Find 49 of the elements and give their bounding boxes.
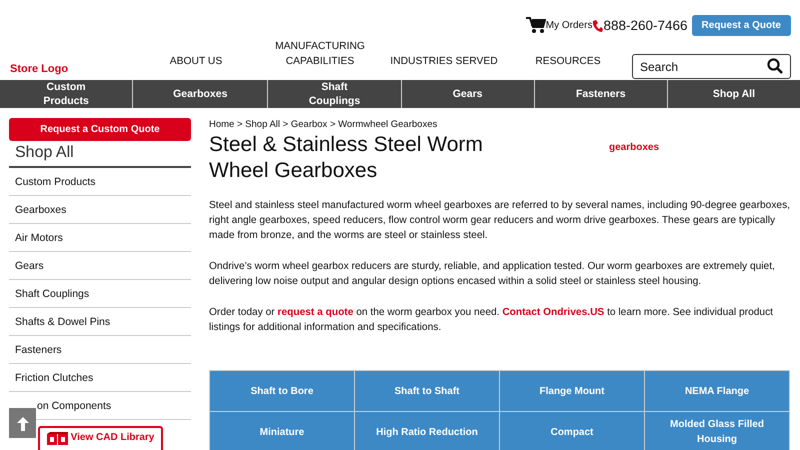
- text-link[interactable]: Contact Ondrives.US: [502, 307, 604, 318]
- up-arrow-icon: [16, 416, 30, 430]
- sidebar-item[interactable]: Gears: [9, 252, 191, 280]
- category-tile[interactable]: Shaft to Bore: [210, 371, 354, 411]
- store-logo[interactable]: Store Logo: [10, 63, 141, 75]
- page-title: Steel & Stainless Steel Worm Wheel Gearboxes: [209, 132, 484, 184]
- phone-icon: [592, 20, 604, 32]
- category-tile[interactable]: Compact: [500, 412, 644, 450]
- sidebar-item[interactable]: Friction Clutches: [9, 364, 191, 392]
- nav-link[interactable]: MANUFACTURING CAPABILITIES: [265, 39, 375, 69]
- orders-link[interactable]: My Orders: [546, 20, 592, 31]
- custom-quote-button[interactable]: Request a Custom Quote: [9, 118, 191, 141]
- category-menu-item[interactable]: Fasteners: [534, 80, 667, 108]
- gearboxes-link[interactable]: gearboxes: [609, 142, 660, 184]
- category-tile[interactable]: Miniature: [210, 412, 354, 450]
- category-menu-item[interactable]: Shop All: [666, 80, 800, 108]
- sidebar-item[interactable]: Fasteners: [9, 336, 191, 364]
- category-menu-item[interactable]: Custom Products: [0, 80, 132, 108]
- paragraph: Order today or request a quote on the worm gearbox you need. Contact Ondrives.US to learn more. See individual product listings for additional information and specifications.: [209, 306, 774, 335]
- paragraph: Steel and stainless steel manufactured worm wheel gearboxes are referred to by several names, including 90-degree gearboxes, right angle gearboxes, speed reducers, flow control worm gear reducers and worm drive gearboxes. These gears are typically made from bronze, and the worms are steel or stainless steel.: [209, 199, 790, 243]
- category-tile[interactable]: NEMA Flange: [645, 371, 789, 411]
- sidebar-title: Shop All: [9, 141, 191, 168]
- request-quote-button[interactable]: Request a Quote: [692, 15, 791, 36]
- category-tile[interactable]: Flange Mount: [500, 371, 644, 411]
- phone-number[interactable]: 888-260-7466: [603, 18, 688, 33]
- sidebar-item[interactable]: Custom Products: [9, 168, 191, 196]
- sidebar-item[interactable]: Air Motors: [9, 224, 191, 252]
- breadcrumb: Home > Shop All > Gearbox > Wormwheel Gearboxes: [209, 119, 438, 130]
- category-tile[interactable]: High Ratio Reduction: [355, 412, 499, 450]
- category-menu-item[interactable]: Gearboxes: [132, 80, 268, 108]
- cart-icon[interactable]: [526, 17, 546, 34]
- category-menu-item[interactable]: Shaft Couplings: [267, 80, 401, 108]
- category-tile[interactable]: Molded Glass Filled Housing: [645, 412, 789, 450]
- sidebar-item[interactable]: Shafts & Dowel Pins: [9, 308, 191, 336]
- nav-link[interactable]: RESOURCES: [513, 54, 623, 69]
- search-field[interactable]: Search: [632, 54, 791, 79]
- search-icon[interactable]: [767, 58, 783, 74]
- text-link[interactable]: request a quote: [278, 307, 354, 318]
- cube-icon: [46, 432, 69, 445]
- nav-link[interactable]: INDUSTRIES SERVED: [389, 54, 499, 69]
- sidebar-item[interactable]: Gearboxes: [9, 196, 191, 224]
- paragraph: Ondrive’s worm wheel gearbox reducers are sturdy, reliable, and application tested. Our worm gearboxes are extremely quiet, delivering low noise output and angular design options encased within a solid steel or stainless steel housing.: [209, 260, 776, 289]
- scroll-top-button[interactable]: [9, 408, 36, 438]
- sidebar-item[interactable]: on Components: [37, 400, 112, 412]
- category-menu-item[interactable]: Gears: [400, 80, 534, 108]
- cad-library-button[interactable]: View CAD Library: [38, 426, 163, 450]
- nav-link[interactable]: ABOUT US: [141, 54, 251, 69]
- category-tile[interactable]: Shaft to Shaft: [355, 371, 499, 411]
- sidebar-item[interactable]: Shaft Couplings: [9, 280, 191, 308]
